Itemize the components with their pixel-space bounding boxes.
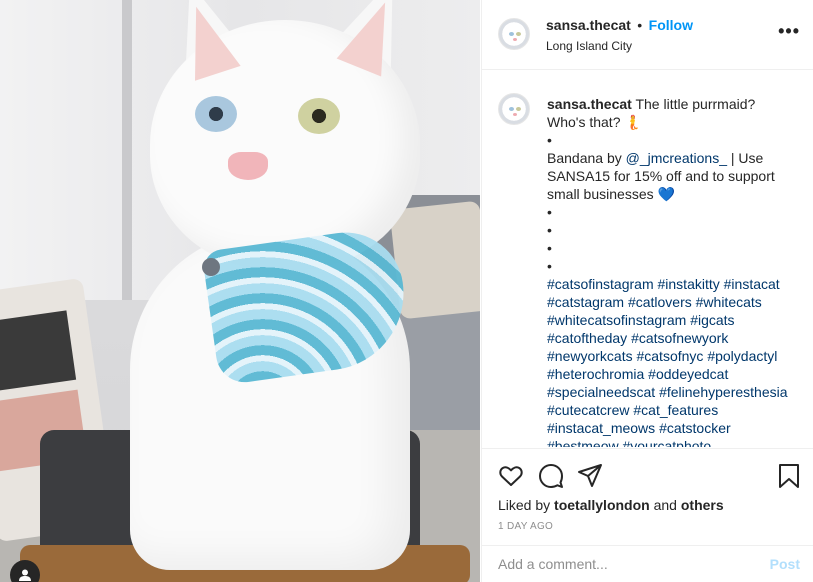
caption-bullet: • <box>547 222 552 238</box>
heart-icon[interactable] <box>498 463 524 489</box>
hashtag-link[interactable]: #instacat <box>724 276 780 292</box>
user-icon <box>19 569 31 581</box>
hashtag-link[interactable]: #whitecatsofinstagram <box>547 312 686 328</box>
cat-eye-blue <box>195 96 237 132</box>
avatar-eye <box>509 32 514 36</box>
comment-input[interactable] <box>498 556 748 572</box>
tagged-users-button[interactable] <box>10 560 40 582</box>
hashtag-link[interactable]: #catstagram <box>547 294 624 310</box>
hashtag-line: #catsofinstagram #instakitty #instacat <box>547 275 797 293</box>
post-side-panel: sansa.thecat • Follow Long Island City •… <box>481 0 813 582</box>
likes-summary: Liked by toetallylondon and others <box>498 497 724 513</box>
hashtag-line: #bestmeow #yourcatphoto <box>547 437 797 447</box>
hashtag-link[interactable]: #newyorkcats <box>547 348 633 364</box>
hashtag-link[interactable]: #yourcatphoto <box>622 438 711 447</box>
hashtag-line: #catoftheday #catsofnewyork <box>547 329 797 347</box>
hashtag-line: #specialneedscat #felinehyperesthesia <box>547 383 797 401</box>
hashtag-line: #catstagram #catlovers #whitecats <box>547 293 797 311</box>
mention-link[interactable]: @_jmcreations_ <box>626 150 727 166</box>
header-username[interactable]: sansa.thecat <box>546 17 631 33</box>
caption-username[interactable]: sansa.thecat <box>547 96 632 112</box>
follow-button[interactable]: Follow <box>649 17 693 33</box>
caption-bullet: • <box>547 132 552 148</box>
caption-bullet: • <box>547 240 552 256</box>
caption-bandana: Bandana by @_jmcreations_ | Use SANSA15 … <box>547 149 797 203</box>
caption-bullet: • <box>547 258 552 274</box>
hashtag-link[interactable]: #instakitty <box>658 276 720 292</box>
hashtag-line: #newyorkcats #catsofnyc #polydactyl <box>547 347 797 365</box>
avatar[interactable] <box>498 18 530 50</box>
hashtag-link[interactable]: #oddeyedcat <box>648 366 728 382</box>
caption-line-1: sansa.thecat The little purrmaid? Who's … <box>547 95 797 131</box>
liked-and: and <box>649 497 681 513</box>
hashtag-link[interactable]: #catsofinstagram <box>547 276 654 292</box>
hashtag-link[interactable]: #catlovers <box>628 294 692 310</box>
cat-collar-bell <box>202 258 220 276</box>
post-header-names: sansa.thecat • Follow Long Island City <box>546 17 693 53</box>
photo-lamp-pole <box>122 0 132 300</box>
hashtag-link[interactable]: #igcats <box>690 312 734 328</box>
hashtag-line: #heterochromia #oddeyedcat <box>547 365 797 383</box>
bookmark-icon[interactable] <box>776 463 802 489</box>
liked-prefix: Liked by <box>498 497 555 513</box>
post-comment-button[interactable]: Post <box>770 556 800 572</box>
avatar-nose <box>513 113 517 116</box>
hashtag-line: #cutecatcrew #cat_features <box>547 401 797 419</box>
caption-text: sansa.thecat The little purrmaid? Who's … <box>547 95 797 447</box>
mermaid-emoji: 🧜 <box>624 114 642 130</box>
hashtag-link[interactable]: #specialneedscat <box>547 384 655 400</box>
hashtag-link[interactable]: #cat_features <box>633 402 718 418</box>
hashtag-link[interactable]: #cutecatcrew <box>547 402 629 418</box>
hashtag-link[interactable]: #whitecats <box>696 294 762 310</box>
post-timestamp[interactable]: 1 DAY AGO <box>498 521 553 532</box>
post-photo[interactable] <box>0 0 480 582</box>
caption-bullet: • <box>547 204 552 220</box>
avatar-eye <box>516 107 521 111</box>
hashtag-link[interactable]: #catsofnyc <box>636 348 703 364</box>
post-header: sansa.thecat • Follow Long Island City •… <box>482 0 813 70</box>
avatar-nose <box>513 38 517 41</box>
hashtag-link[interactable]: #catsofnewyork <box>631 330 728 346</box>
bandana-prefix: Bandana by <box>547 150 626 166</box>
avatar-eye <box>509 107 514 111</box>
hashtag-link[interactable]: #heterochromia <box>547 366 644 382</box>
blue-heart-emoji: 💙 <box>657 186 675 202</box>
cat-nose <box>228 152 268 180</box>
hashtag-link[interactable]: #catstocker <box>659 420 731 436</box>
cat-eye-green <box>298 98 340 134</box>
hashtag-link[interactable]: #bestmeow <box>547 438 619 447</box>
hashtag-link[interactable]: #polydactyl <box>707 348 777 364</box>
hashtag-line: #whitecatsofinstagram #igcats <box>547 311 797 329</box>
hashtag-link[interactable]: #catoftheday <box>547 330 627 346</box>
location-link[interactable]: Long Island City <box>546 39 693 53</box>
liked-user-link[interactable]: toetallylondon <box>554 497 650 513</box>
liked-others-link[interactable]: others <box>681 497 724 513</box>
comment-bar: Post <box>482 545 813 582</box>
post-actions: Liked by toetallylondon and others 1 DAY… <box>482 448 813 544</box>
caption-area: sansa.thecat The little purrmaid? Who's … <box>482 71 813 447</box>
avatar-eye <box>516 32 521 36</box>
comment-icon[interactable] <box>538 463 564 489</box>
share-icon[interactable] <box>577 463 603 489</box>
hashtag-line: #instacat_meows #catstocker <box>547 419 797 437</box>
hashtag-link[interactable]: #felinehyperesthesia <box>659 384 787 400</box>
header-separator: • <box>637 17 643 33</box>
hashtag-link[interactable]: #instacat_meows <box>547 420 655 436</box>
pillow-stripe <box>0 310 77 393</box>
more-options-icon[interactable]: ••• <box>778 22 800 40</box>
caption-avatar[interactable] <box>498 93 530 125</box>
